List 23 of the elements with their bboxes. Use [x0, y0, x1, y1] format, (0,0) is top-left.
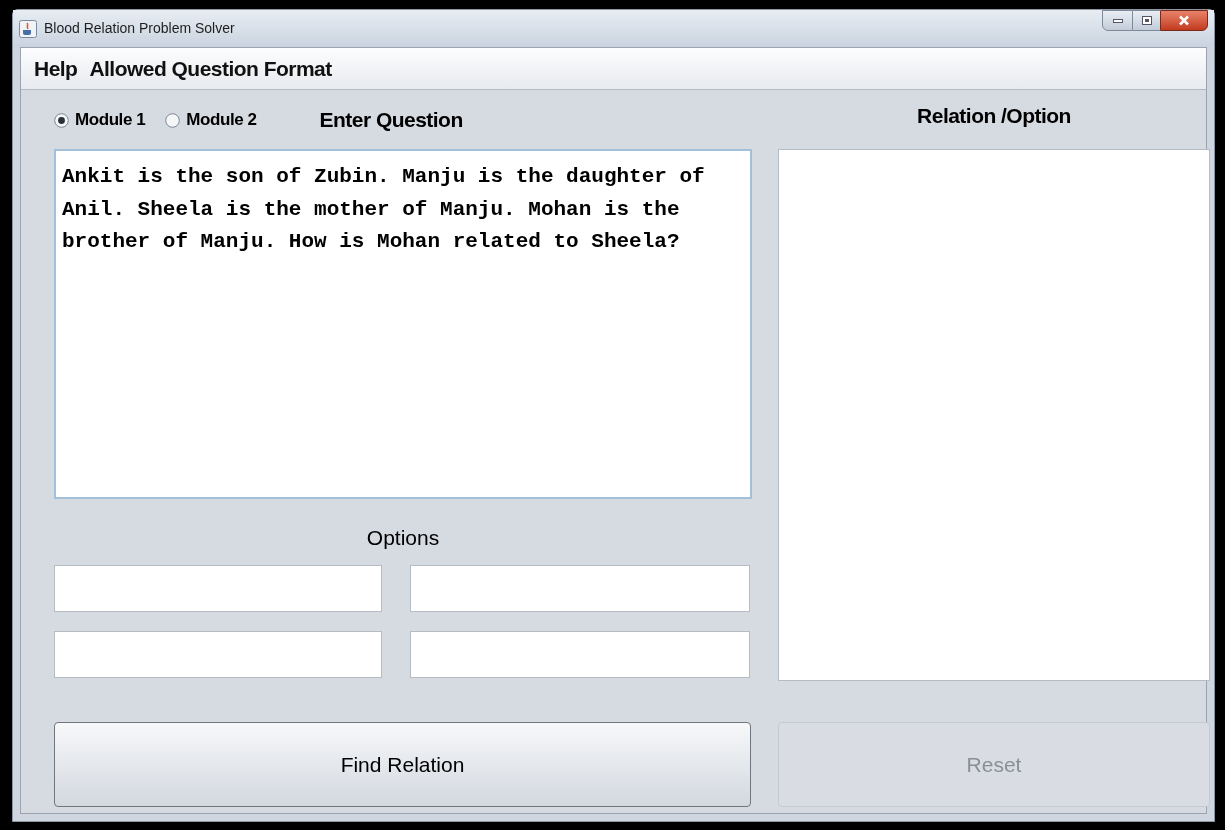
maximize-button[interactable] [1133, 10, 1160, 31]
option-field[interactable] [54, 631, 382, 678]
question-field[interactable]: Ankit is the son of Zubin. Manju is the daughter of Anil. Sheela is the mother of Manju. Mohan is the brother of Manju. How is Mohan related to Sheela? [54, 149, 752, 499]
radio-option[interactable]: Module 1 [54, 107, 146, 133]
menu-item[interactable]: Allowed Question Format [89, 52, 332, 85]
section-heading: Relation /Option [916, 103, 1072, 129]
close-icon [1178, 15, 1190, 26]
section-heading: Enter Question [319, 107, 463, 134]
option-field[interactable] [410, 631, 750, 678]
coffee-cup-icon [19, 19, 37, 38]
menu-item[interactable]: Help [34, 52, 78, 85]
minimize-icon [1112, 18, 1123, 23]
minimize-button[interactable] [1102, 10, 1133, 31]
radio-button[interactable] [165, 112, 181, 128]
radio-option[interactable]: Module 2 [165, 107, 257, 133]
section-heading: Options [365, 525, 441, 551]
close-button[interactable] [1160, 10, 1208, 31]
maximize-icon [1141, 16, 1152, 25]
action-button[interactable]: Find Relation [54, 722, 751, 807]
option-field[interactable] [410, 565, 750, 612]
option-field[interactable] [54, 565, 382, 612]
radio-button[interactable] [54, 112, 69, 128]
window-title: Blood Relation Problem Solver [44, 19, 235, 38]
